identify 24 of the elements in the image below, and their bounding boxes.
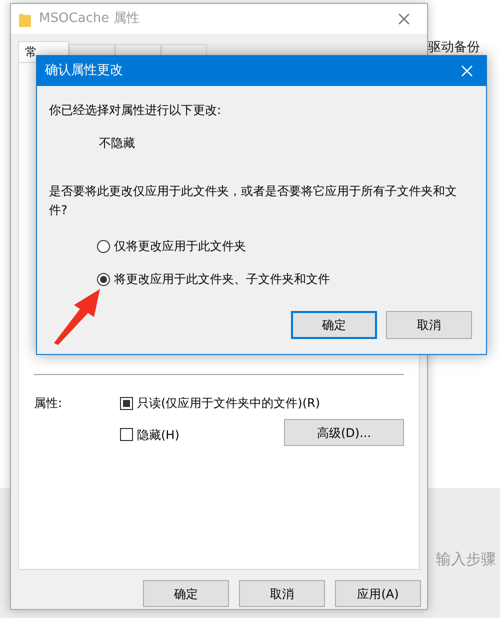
window-title: MSOCache 属性 — [39, 10, 140, 28]
checkbox[interactable]: 只读(仅应用于文件夹中的文件)(R) — [120, 394, 320, 412]
arrow-annotation — [52, 287, 102, 345]
desktop-label: 驱动备份 — [428, 39, 480, 57]
checkbox-box[interactable] — [120, 396, 133, 410]
attributes-label: 属性: — [34, 395, 64, 412]
dialog-button[interactable]: 确定 — [291, 311, 377, 339]
desktop-label: 输入步骤 — [436, 549, 496, 570]
dialog-button[interactable]: 应用(A) — [335, 580, 421, 607]
dialog-button[interactable]: 取消 — [386, 311, 472, 339]
radio-option[interactable]: 仅将更改应用于此文件夹 — [97, 237, 474, 255]
dialog-button[interactable]: 取消 — [239, 580, 325, 607]
radio-option[interactable]: 将更改应用于此文件夹、子文件夹和文件 — [97, 270, 474, 288]
question-text: 是否要将此更改仅应用于此文件夹，或者是否要将它应用于所有子文件夹和文件? — [49, 183, 458, 219]
checkbox[interactable]: 隐藏(H) — [120, 426, 180, 444]
close-icon — [398, 13, 410, 25]
dialog-button[interactable]: 确定 — [143, 580, 229, 607]
close-icon — [461, 65, 473, 77]
dialog-title: 确认属性更改 — [45, 62, 123, 80]
advanced-button[interactable]: 高级(D)... — [284, 419, 404, 446]
intro-text: 你已经选择对属性进行以下更改: — [49, 102, 222, 119]
folder-icon — [19, 12, 31, 26]
checkbox-box[interactable] — [120, 428, 133, 441]
change-text: 不隐藏 — [99, 135, 136, 152]
